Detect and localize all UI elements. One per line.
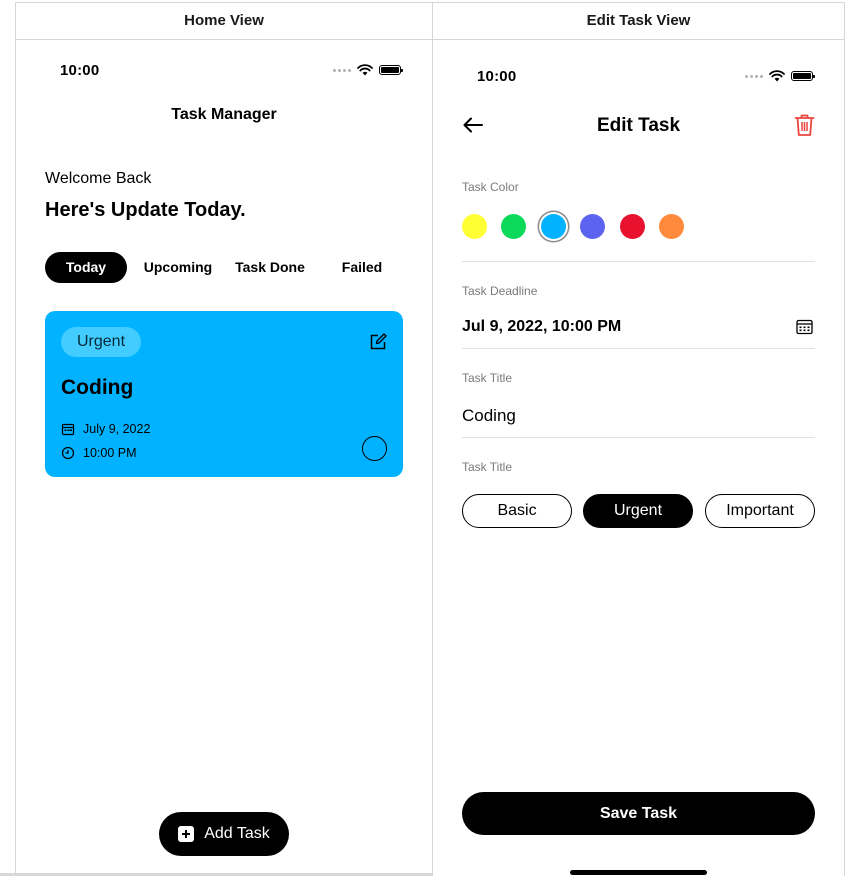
battery-icon <box>791 71 815 81</box>
priority-option-important[interactable]: Important <box>705 494 815 528</box>
color-swatch-3[interactable] <box>580 214 605 239</box>
tab-upcoming[interactable]: Upcoming <box>133 252 223 283</box>
task-date: July 9, 2022 <box>83 422 151 436</box>
task-filter-tabs: Today Upcoming Task Done Failed <box>45 252 403 283</box>
calendar-picker-icon[interactable] <box>796 319 813 335</box>
priority-option-basic[interactable]: Basic <box>462 494 572 528</box>
clock-icon <box>61 446 75 460</box>
tab-task-done[interactable]: Task Done <box>225 252 315 283</box>
wifi-icon <box>357 64 373 76</box>
task-deadline-label: Task Deadline <box>462 284 538 298</box>
task-title-label: Task Title <box>462 371 513 385</box>
task-time: 10:00 PM <box>83 446 137 460</box>
plus-icon <box>178 826 195 842</box>
divider <box>462 261 815 262</box>
deadline-value[interactable]: Jul 9, 2022, 10:00 PM <box>462 318 621 336</box>
wifi-icon <box>769 70 785 82</box>
signal-icon <box>333 68 351 72</box>
task-title: Coding <box>61 376 134 399</box>
calendar-icon <box>61 423 75 436</box>
complete-checkbox[interactable] <box>362 436 387 461</box>
divider <box>462 348 815 349</box>
add-task-button[interactable]: Add Task <box>159 812 289 856</box>
divider <box>462 437 815 438</box>
edit-icon[interactable] <box>369 333 387 351</box>
app-title: Task Manager <box>171 106 277 123</box>
header-divider <box>15 39 845 40</box>
color-swatch-5[interactable] <box>659 214 684 239</box>
welcome-text: Welcome Back <box>45 170 152 187</box>
priority-badge: Urgent <box>61 327 142 357</box>
task-date-row: July 9, 2022 <box>61 422 150 436</box>
edit-status-time: 10:00 <box>477 68 517 85</box>
task-title-input[interactable]: Coding <box>462 406 516 426</box>
status-icons <box>333 64 403 76</box>
tab-today[interactable]: Today <box>45 252 127 283</box>
signal-icon <box>745 74 763 78</box>
battery-icon <box>379 65 403 75</box>
color-swatch-1[interactable] <box>501 214 526 239</box>
color-swatch-4[interactable] <box>620 214 645 239</box>
edit-status-icons <box>745 70 815 82</box>
color-swatch-2[interactable] <box>541 214 566 239</box>
priority-label: Task Title <box>462 460 513 474</box>
tab-failed[interactable]: Failed <box>317 252 407 283</box>
home-indicator <box>570 870 707 875</box>
home-view-header: Home View <box>184 12 264 29</box>
delete-trash-icon[interactable] <box>794 113 815 137</box>
status-time: 10:00 <box>60 62 100 79</box>
edit-page-title: Edit Task <box>596 115 681 136</box>
add-task-label: Add Task <box>204 825 270 842</box>
priority-option-urgent[interactable]: Urgent <box>583 494 693 528</box>
update-heading: Here's Update Today. <box>45 199 246 221</box>
task-card[interactable]: Urgent Coding July 9, 2022 10:00 PM <box>45 311 403 477</box>
edit-view-header: Edit Task View <box>586 12 691 29</box>
task-time-row: 10:00 PM <box>61 446 137 460</box>
color-swatch-0[interactable] <box>462 214 487 239</box>
task-color-label: Task Color <box>462 180 519 194</box>
save-task-button[interactable]: Save Task <box>462 792 815 835</box>
